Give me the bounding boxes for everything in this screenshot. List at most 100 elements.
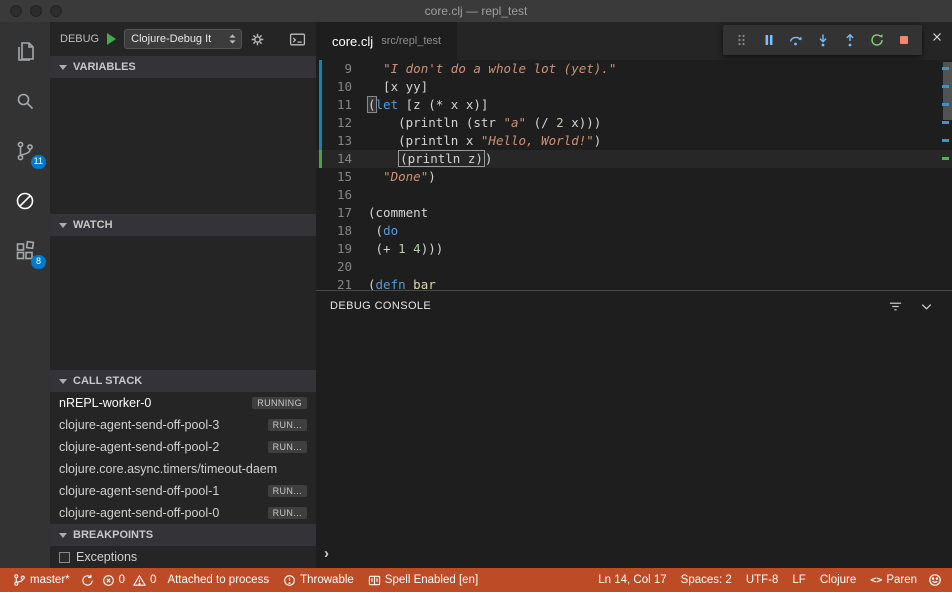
tab-file-name: core.clj [332, 33, 374, 49]
section-header-watch[interactable]: WATCH [50, 214, 316, 236]
code-line[interactable]: 16 [316, 186, 952, 204]
restart-icon[interactable] [863, 27, 890, 53]
code-editor[interactable]: 9 "I don't do a whole lot (yet)." 10 [x y… [316, 60, 952, 290]
alert-circle-icon [283, 574, 296, 587]
filter-icon[interactable] [888, 299, 903, 314]
status-eol[interactable]: LF [785, 568, 812, 592]
chevron-down-icon [59, 222, 67, 228]
warning-icon [133, 574, 147, 587]
debug-sidebar-toolbar: DEBUG Clojure-Debug It [50, 22, 316, 56]
code-token: ( [368, 223, 384, 238]
code-line[interactable]: 11 (let [z (* x x)] [316, 96, 952, 114]
code-line[interactable]: 12 (println (str "a" (/ 2 x))) [316, 114, 952, 132]
code-line[interactable]: 14 (println z)) [316, 150, 952, 168]
code-line[interactable]: 13 (println x "Hello, World!") [316, 132, 952, 150]
call-stack-thread[interactable]: clojure-agent-send-off-pool-1 RUN... [50, 480, 316, 502]
call-stack-thread[interactable]: clojure-agent-send-off-pool-2 RUN... [50, 436, 316, 458]
section-header-call-stack[interactable]: CALL STACK [50, 370, 316, 392]
code-line[interactable]: 15 "Done") [316, 168, 952, 186]
panel-header: DEBUG CONSOLE [316, 291, 952, 321]
code-line[interactable]: 18 (do [316, 222, 952, 240]
stop-icon[interactable] [890, 27, 917, 53]
language-text: Clojure [819, 574, 857, 586]
status-spell-checker[interactable]: Spell Enabled [en] [361, 568, 485, 592]
tab-core-clj[interactable]: core.clj src/repl_test [316, 22, 458, 60]
exceptions-checkbox[interactable] [59, 551, 70, 563]
close-icon[interactable] [928, 28, 946, 46]
status-paren-mode[interactable]: <> Paren [863, 568, 924, 592]
drag-handle-icon[interactable] [728, 27, 755, 53]
status-encoding[interactable]: UTF-8 [739, 568, 786, 592]
scrollbar-thumb[interactable] [943, 62, 952, 120]
section-header-variables[interactable]: VARIABLES [50, 56, 316, 78]
code-text: (println x "Hello, World!") [368, 132, 601, 150]
step-out-icon[interactable] [836, 27, 863, 53]
activity-item-source-control[interactable]: 11 [0, 126, 50, 176]
variables-section-body [50, 78, 316, 214]
window-zoom-button[interactable] [50, 5, 62, 17]
tab-file-path: src/repl_test [381, 35, 442, 47]
line-number: 17 [336, 205, 352, 220]
status-feedback[interactable] [924, 568, 946, 592]
debug-console-output[interactable]: › [316, 321, 952, 568]
window-close-button[interactable] [10, 5, 22, 17]
eol-text: LF [792, 574, 806, 586]
status-errors[interactable]: 0 [98, 568, 129, 592]
cursor-position-text: Ln 14, Col 17 [598, 574, 667, 586]
call-stack-thread[interactable]: clojure.core.async.timers/timeout-daem [50, 458, 316, 480]
open-debug-console-icon[interactable] [289, 32, 306, 47]
panel-tab-debug-console[interactable]: DEBUG CONSOLE [330, 300, 431, 312]
code-line[interactable]: 20 [316, 258, 952, 276]
call-stack-thread[interactable]: clojure-agent-send-off-pool-0 RUN... [50, 502, 316, 524]
overview-mark [942, 157, 949, 160]
code-line[interactable]: 19 (+ 1 4))) [316, 240, 952, 258]
status-git-branch[interactable]: master* [6, 568, 77, 592]
call-stack-thread[interactable]: clojure-agent-send-off-pool-3 RUN... [50, 414, 316, 436]
activity-item-search[interactable] [0, 76, 50, 126]
chevron-down-icon[interactable] [919, 299, 934, 314]
code-text: (comment [368, 204, 428, 222]
debug-configuration-select[interactable]: Clojure-Debug It [124, 29, 243, 49]
thread-name: clojure-agent-send-off-pool-2 [59, 440, 220, 454]
section-header-breakpoints[interactable]: BREAKPOINTS [50, 524, 316, 546]
activity-bar: 11 8 [0, 22, 50, 568]
start-debug-button[interactable] [107, 33, 117, 45]
status-sync[interactable] [77, 568, 98, 592]
step-into-icon[interactable] [809, 27, 836, 53]
error-icon [102, 574, 115, 587]
status-warnings[interactable]: 0 [129, 568, 160, 592]
activity-item-debug[interactable] [0, 176, 50, 226]
code-token: (comment [368, 205, 429, 220]
status-indentation[interactable]: Spaces: 2 [674, 568, 739, 592]
status-debug-attach[interactable]: Attached to process [160, 568, 276, 592]
thread-status-badge: RUN... [267, 485, 307, 497]
code-lines: 9 "I don't do a whole lot (yet)." 10 [x y… [316, 60, 952, 290]
code-token: ) [428, 169, 436, 184]
activity-item-explorer[interactable] [0, 26, 50, 76]
code-token: ( [368, 277, 376, 290]
call-stack-thread[interactable]: nREPL-worker-0 RUNNING [50, 392, 316, 414]
status-exception-breakpoint[interactable]: Throwable [276, 568, 361, 592]
window-title: core.clj — repl_test [424, 4, 528, 18]
status-language-mode[interactable]: Clojure [813, 568, 863, 592]
overview-mark [942, 103, 949, 106]
step-over-icon[interactable] [782, 27, 809, 53]
activity-item-extensions[interactable]: 8 [0, 226, 50, 276]
error-count: 0 [118, 574, 126, 586]
code-token: x))) [563, 115, 602, 130]
breakpoint-exceptions-row[interactable]: Exceptions [50, 546, 316, 568]
thread-name: clojure-agent-send-off-pool-0 [59, 506, 220, 520]
window-minimize-button[interactable] [30, 5, 42, 17]
editor-area: core.clj src/repl_test 9 "I don't do a w… [316, 22, 952, 568]
pause-icon[interactable] [755, 27, 782, 53]
extensions-badge: 8 [31, 255, 46, 269]
line-number: 15 [336, 169, 352, 184]
configure-gear-icon[interactable] [250, 32, 265, 47]
code-line[interactable]: 10 [x yy] [316, 78, 952, 96]
code-line[interactable]: 17 (comment [316, 204, 952, 222]
console-input-prompt[interactable]: › [324, 546, 329, 561]
code-line[interactable]: 9 "I don't do a whole lot (yet)." [316, 60, 952, 78]
code-token: bar [413, 277, 436, 290]
status-cursor-position[interactable]: Ln 14, Col 17 [591, 568, 673, 592]
code-line[interactable]: 21 (defn bar [316, 276, 952, 290]
